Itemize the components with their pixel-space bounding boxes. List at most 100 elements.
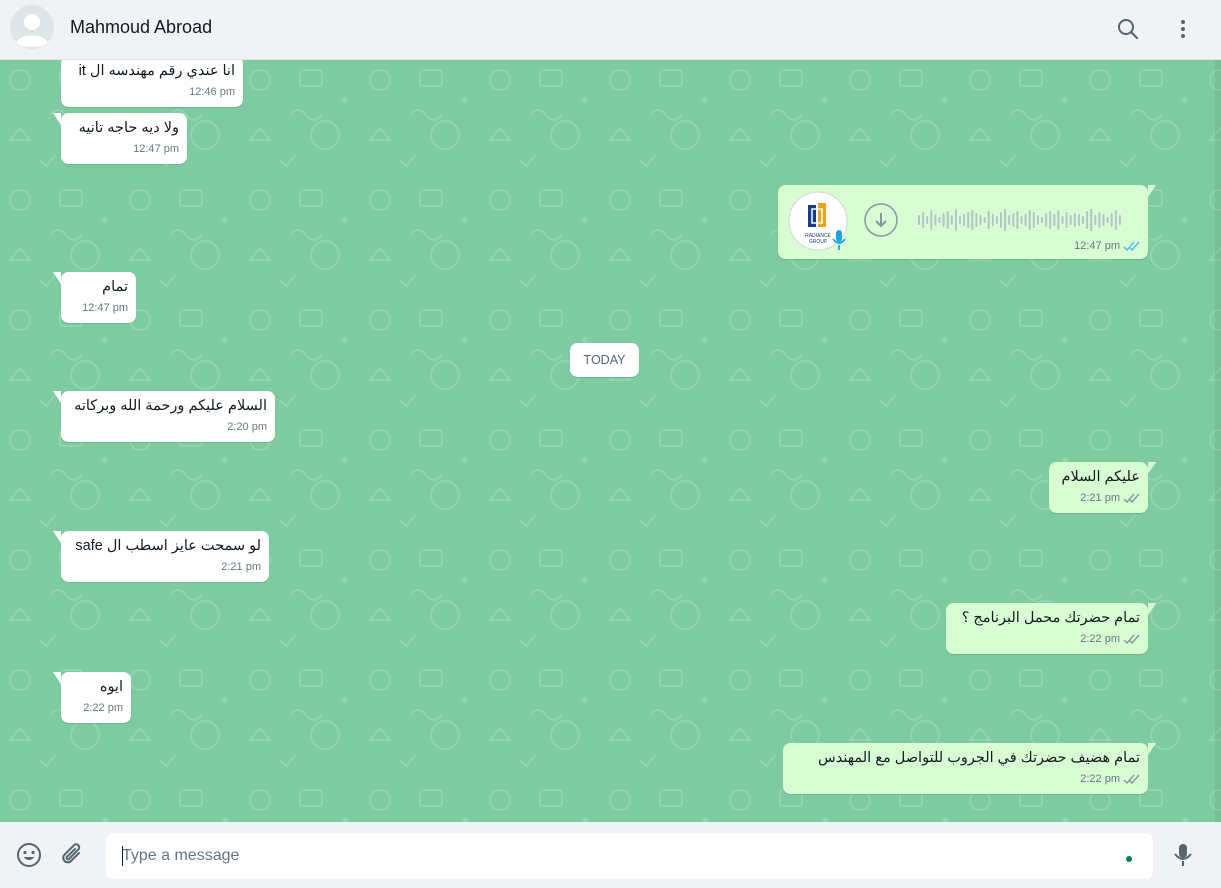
message-time: 12:47 pm [133,143,179,155]
waveform-bar [987,211,990,229]
message-input[interactable] [106,833,1153,879]
waveform-bar [1102,214,1105,226]
waveform-bar [922,212,925,228]
download-button[interactable] [864,203,898,237]
waveform-bar [954,209,957,231]
waveform-bar [983,217,986,223]
waveform-bar [926,216,929,224]
compose-bar [0,822,1221,888]
waveform-bar [1110,213,1113,227]
download-icon [864,203,898,237]
waveform-bar [942,213,945,227]
more-vertical-icon [1181,20,1185,38]
waveform-bar [1106,217,1109,223]
voice-record-button[interactable] [1168,840,1198,870]
message-incoming[interactable]: انا عندي رقم مهندسه ال it 12:46 pm [61,60,243,107]
delivered-ticks-icon [1123,774,1140,784]
waveform-bar [1020,216,1023,224]
message-time: 12:47 pm [1074,240,1120,252]
paperclip-icon [62,843,81,864]
message-time: 2:22 pm [1080,773,1120,785]
search-button[interactable] [1113,14,1143,44]
contact-name[interactable]: Mahmoud Abroad [70,17,212,38]
waveform-bar [1073,213,1076,227]
waveform-bar [1016,211,1019,229]
message-text: عليكم السلام [1061,469,1140,485]
contact-avatar[interactable] [10,5,54,49]
waveform-bar [971,210,974,230]
message-incoming[interactable]: ايوه 2:22 pm [53,672,131,723]
message-time: 2:21 pm [1080,492,1120,504]
waveform-bar [950,215,953,225]
message-time: 2:22 pm [83,702,123,714]
waveform-bar [1094,215,1097,225]
waveform-bar [963,214,966,226]
message-outgoing[interactable]: تمام حضرتك محمل البرنامج ؟ 2:22 pm [946,603,1156,654]
waveform-bar [1053,214,1056,226]
message-text: ايوه [99,679,123,695]
waveform-bar [959,216,961,224]
svg-text:GROUP: GROUP [809,239,828,245]
delivered-ticks-icon [1123,493,1140,503]
waveform-bar [1065,212,1068,228]
message-text: لو سمحت عايز اسطب ال safe [75,538,261,554]
waveform-bar [1041,217,1043,223]
status-dot [1126,856,1132,862]
message-incoming[interactable]: ولا ديه حاجه تانيه 12:47 pm [53,113,187,164]
message-time: 2:22 pm [1080,633,1120,645]
waveform-bar [1028,210,1031,230]
waveform-bar [1012,213,1015,227]
delivered-ticks-icon [1123,634,1140,644]
message-time: 12:46 pm [189,86,235,98]
waveform-bar [1008,215,1011,225]
waveform-bar [1098,212,1101,228]
attach-button[interactable] [58,840,88,870]
waveform-bar [1069,215,1072,225]
waveform-bar [1082,216,1084,224]
waveform-bar [1061,216,1064,224]
menu-button[interactable] [1168,14,1198,44]
microphone-badge-icon [832,230,846,250]
waveform-bar [1057,210,1060,230]
emoji-icon [17,843,41,867]
voice-message-outgoing[interactable]: RADIANCE GROUP 12:47 pm [778,185,1156,259]
search-icon [1118,19,1139,40]
microphone-icon [1174,844,1192,866]
waveform-bar [930,210,933,230]
read-ticks-icon [1123,241,1140,251]
message-text: تمام [102,279,128,295]
waveform-bar [1118,215,1121,225]
message-incoming[interactable]: تمام 12:47 pm [53,272,136,323]
date-separator: TODAY [570,343,639,377]
message-text: تمام هضيف حضرتك في الجروب للتواصل مع الم… [818,750,1140,766]
text-caret [122,846,123,866]
waveform-bar [1036,215,1039,225]
message-time: 12:47 pm [82,302,128,314]
message-text: ولا ديه حاجه تانيه [78,120,179,136]
message-list[interactable]: انا عندي رقم مهندسه ال it 12:46 pm ولا د… [0,60,1221,822]
message-time: 2:21 pm [221,561,261,573]
emoji-button[interactable] [14,840,44,870]
waveform-bar [1000,212,1002,228]
message-incoming[interactable]: السلام عليكم ورحمة الله وبركاته 2:20 pm [53,391,275,442]
waveform-bar [1086,211,1089,229]
message-text: تمام حضرتك محمل البرنامج ؟ [961,610,1140,626]
chat-header: Mahmoud Abroad [0,0,1221,60]
waveform-bar [991,214,994,226]
scrollbar[interactable] [1215,60,1221,822]
message-outgoing[interactable]: تمام هضيف حضرتك في الجروب للتواصل مع الم… [783,743,1156,794]
default-avatar-icon [10,5,54,49]
waveform-bar [1090,209,1093,231]
waveform-bar [979,215,982,225]
waveform-bar [1032,212,1035,228]
waveform-bar [938,217,941,223]
waveform-bar [946,211,949,229]
message-outgoing[interactable]: عليكم السلام 2:21 pm [1049,462,1156,513]
message-text: انا عندي رقم مهندسه ال it [78,63,235,79]
waveform-bar [1045,213,1048,227]
message-incoming[interactable]: لو سمحت عايز اسطب ال safe 2:21 pm [53,531,269,582]
voice-waveform[interactable] [918,207,1124,233]
waveform-bar [918,215,920,225]
waveform-bar [1024,214,1027,226]
message-text: السلام عليكم ورحمة الله وبركاته [74,398,267,414]
